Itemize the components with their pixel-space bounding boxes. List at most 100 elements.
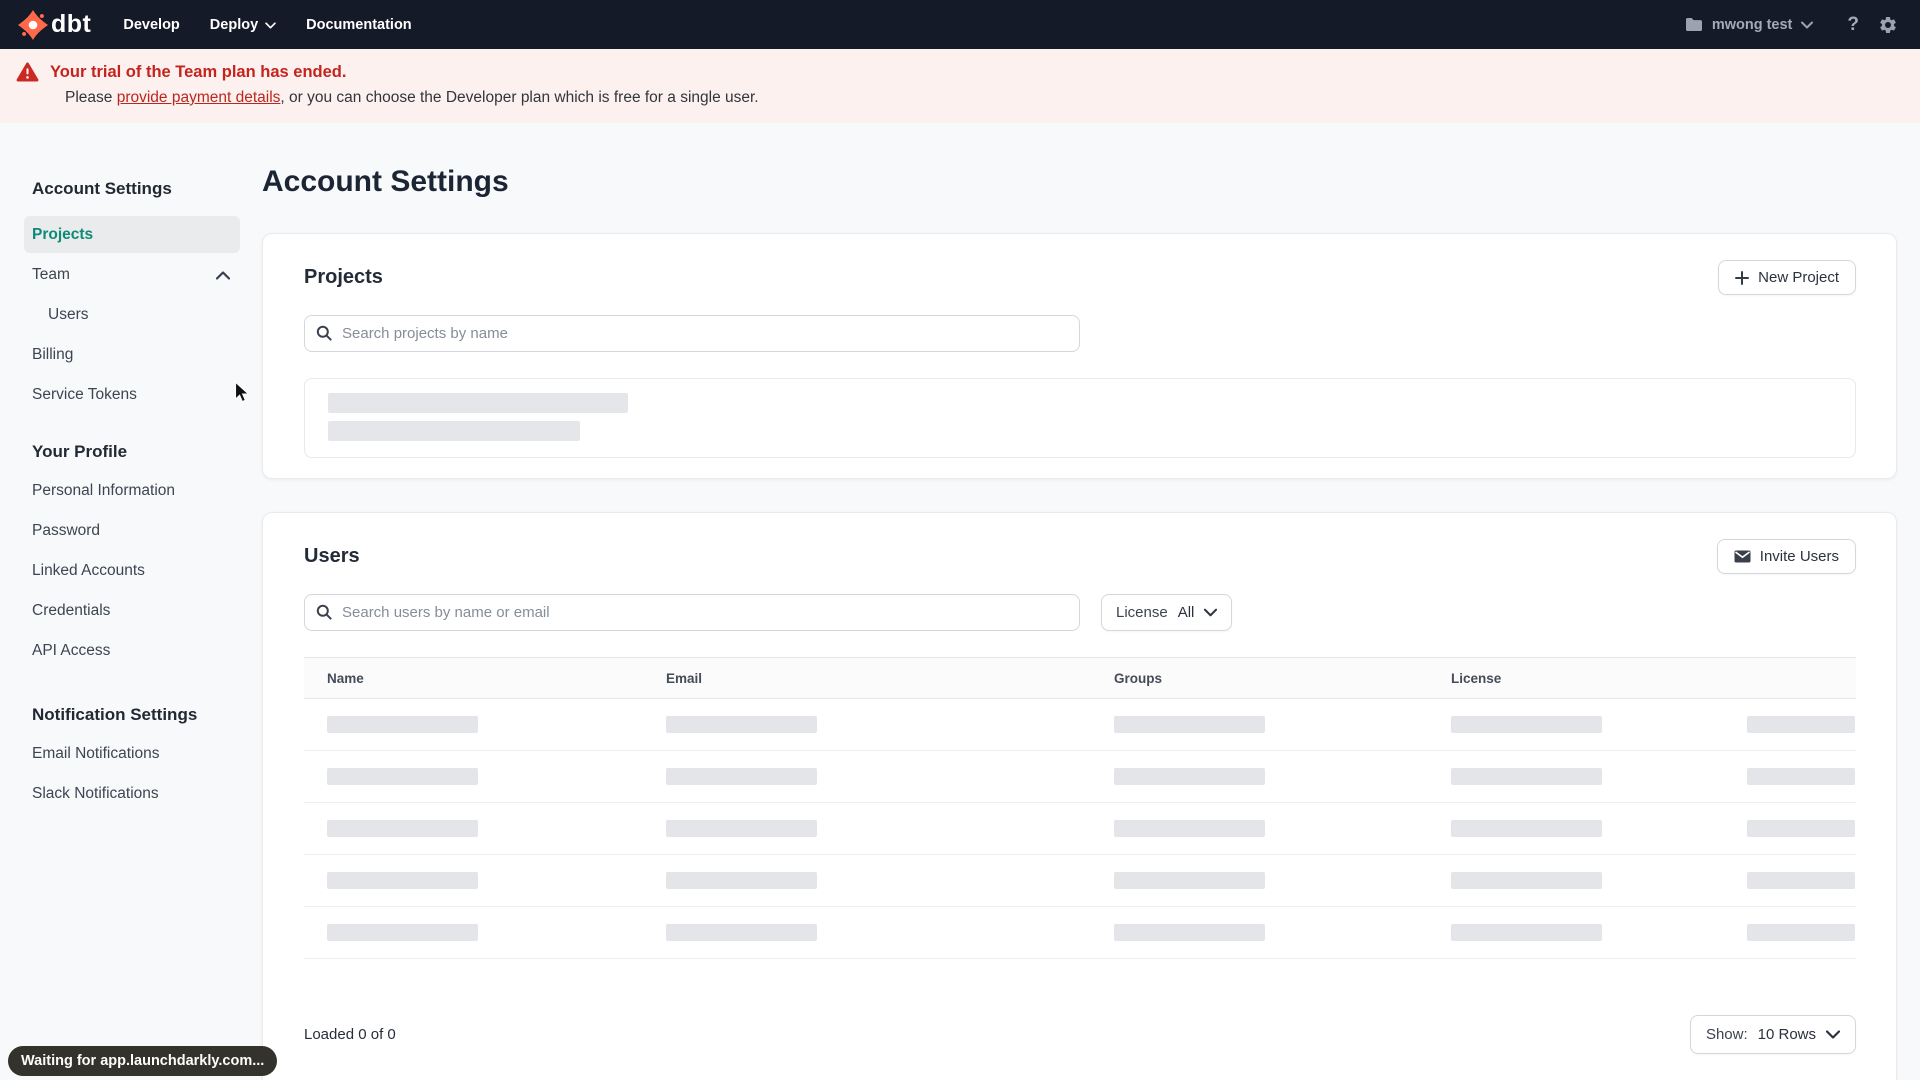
skeleton-bar (1451, 872, 1602, 889)
sidebar-heading-notification-settings: Notification Settings (32, 705, 198, 724)
license-filter-value: All (1177, 604, 1195, 621)
users-card: Users Invite Users Search users by name … (262, 512, 1897, 1080)
sidebar-item-projects[interactable]: Projects (24, 216, 240, 253)
skeleton-bar (1451, 820, 1602, 837)
dbt-cloud-app: dbt Develop Deploy Documentation mwong t… (0, 0, 1920, 1080)
account-switcher[interactable]: mwong test (1685, 17, 1814, 33)
skeleton-bar (666, 768, 817, 785)
table-row-loading (304, 907, 1856, 959)
skeleton-bar (1747, 872, 1855, 889)
sidebar-item-api-access[interactable]: API Access (24, 631, 240, 671)
skeleton-bar (328, 393, 628, 413)
sidebar-item-users[interactable]: Users (24, 295, 240, 335)
loaded-status: Loaded 0 of 0 (304, 1026, 396, 1043)
sidebar-item-password[interactable]: Password (24, 511, 240, 551)
column-header-actions (1724, 658, 1856, 698)
sidebar-heading-account-settings: Account Settings (32, 179, 172, 198)
skeleton-bar (1451, 924, 1602, 941)
rows-per-page-dropdown[interactable]: Show: 10 Rows (1689, 1015, 1856, 1054)
invite-users-button[interactable]: Invite Users (1716, 539, 1856, 574)
projects-card-title: Projects (304, 266, 383, 288)
column-header-license: License (1451, 670, 1502, 686)
users-table-header: Name Email Groups License (304, 657, 1856, 699)
dbt-logo-text: dbt (51, 10, 92, 38)
browser-status-bubble: Waiting for app.launchdarkly.com... (8, 1046, 278, 1076)
help-icon[interactable]: ? (1847, 14, 1859, 36)
projects-card: Projects New Project (262, 233, 1897, 479)
dbt-spark-icon (18, 9, 48, 40)
skeleton-bar (666, 716, 817, 733)
skeleton-bar (1747, 716, 1855, 733)
sidebar-item-personal-information[interactable]: Personal Information (24, 471, 240, 511)
skeleton-bar (327, 872, 478, 889)
column-header-name: Name (327, 670, 364, 686)
show-label: Show: (1705, 1026, 1748, 1043)
provide-payment-details-link[interactable]: provide payment details (117, 89, 281, 106)
users-card-title: Users (304, 545, 360, 567)
skeleton-bar (1747, 924, 1855, 941)
search-projects-input[interactable] (304, 315, 1080, 352)
skeleton-bar (666, 820, 817, 837)
table-row-loading (304, 803, 1856, 855)
chevron-up-icon (216, 270, 230, 280)
warning-triangle-icon (16, 62, 39, 82)
sidebar-heading-your-profile: Your Profile (32, 442, 128, 461)
chevron-down-icon (1801, 21, 1814, 29)
nav-develop[interactable]: Develop (119, 11, 183, 39)
skeleton-bar (1747, 820, 1855, 837)
sidebar-item-email-notifications[interactable]: Email Notifications (24, 734, 240, 774)
table-row-loading (304, 699, 1856, 751)
navbar-right: mwong test ? (1685, 14, 1898, 36)
skeleton-bar (1114, 768, 1265, 785)
plus-icon (1735, 270, 1750, 285)
project-loading-card (304, 378, 1856, 458)
trial-ended-banner: Your trial of the Team plan has ended. P… (0, 49, 1920, 123)
skeleton-bar (1114, 820, 1265, 837)
skeleton-bar (1114, 872, 1265, 889)
skeleton-bar (327, 768, 478, 785)
license-filter-label: License (1116, 604, 1168, 621)
skeleton-bar (327, 820, 478, 837)
chevron-down-icon (265, 20, 276, 29)
settings-sidebar: Account Settings Projects Team Users Bil… (24, 123, 240, 814)
sidebar-item-billing[interactable]: Billing (24, 335, 240, 375)
chevron-down-icon (1204, 608, 1218, 617)
skeleton-bar (1451, 716, 1602, 733)
sidebar-item-credentials[interactable]: Credentials (24, 591, 240, 631)
chevron-down-icon (1826, 1030, 1840, 1039)
skeleton-bar (1451, 768, 1602, 785)
column-header-email: Email (666, 670, 703, 686)
skeleton-bar (328, 421, 580, 441)
nav-documentation[interactable]: Documentation (302, 11, 416, 39)
license-filter-dropdown[interactable]: License All (1101, 594, 1233, 631)
sidebar-item-slack-notifications[interactable]: Slack Notifications (24, 774, 240, 814)
banner-title: Your trial of the Team plan has ended. (50, 62, 347, 81)
gear-icon[interactable] (1878, 15, 1898, 35)
table-row-loading (304, 751, 1856, 803)
sidebar-item-linked-accounts[interactable]: Linked Accounts (24, 551, 240, 591)
sidebar-item-team[interactable]: Team (24, 255, 240, 295)
search-users-input[interactable] (304, 594, 1080, 631)
top-navbar: dbt Develop Deploy Documentation mwong t… (0, 0, 1920, 49)
skeleton-bar (666, 924, 817, 941)
skeleton-bar (327, 716, 478, 733)
column-header-groups: Groups (1114, 670, 1163, 686)
banner-message: Please provide payment details, or you c… (65, 89, 759, 106)
show-value: 10 Rows (1757, 1026, 1816, 1043)
skeleton-bar (1114, 716, 1265, 733)
skeleton-bar (1114, 924, 1265, 941)
folder-icon (1685, 17, 1703, 32)
new-project-button[interactable]: New Project (1718, 260, 1856, 295)
table-row-loading (304, 855, 1856, 907)
nav-deploy[interactable]: Deploy (206, 11, 280, 39)
skeleton-bar (1747, 768, 1855, 785)
envelope-icon (1734, 550, 1751, 563)
dbt-logo[interactable]: dbt (18, 9, 92, 40)
users-table: Name Email Groups License (304, 657, 1856, 959)
skeleton-bar (666, 872, 817, 889)
main-content: Account Settings Projects New Project Se… (240, 123, 1920, 1080)
sidebar-item-service-tokens[interactable]: Service Tokens (24, 375, 240, 415)
page-title: Account Settings (262, 165, 509, 198)
account-name: mwong test (1711, 16, 1793, 33)
skeleton-bar (327, 924, 478, 941)
